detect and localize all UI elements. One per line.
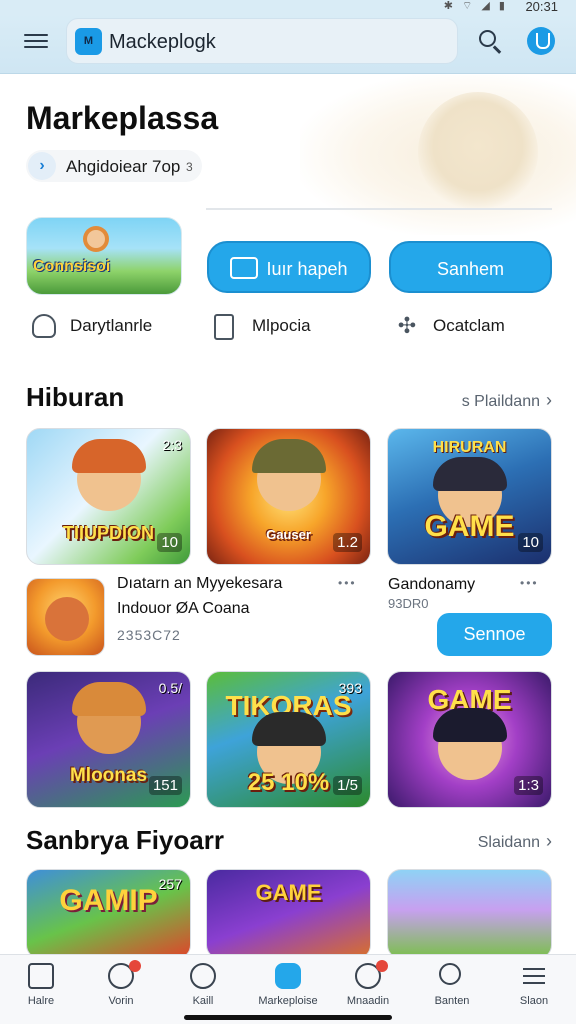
game-tile[interactable]: GAMIP 257 [26,869,191,959]
marketplace-screen: ✱ ⌔ ◢ ▮ 20:31 M Mackeplogk Markeplassa ›… [0,0,576,1024]
search-icon [439,963,461,985]
see-all-label: Slaidann [477,834,540,851]
nav-item-emoji[interactable]: Vorin [80,955,162,1024]
see-all-link[interactable]: Slaidann › [440,831,552,852]
list-item-title[interactable]: Gandonamy [388,576,475,594]
tile-count: 1:3 [514,776,543,795]
app-logo-icon: M [75,28,102,55]
divider [206,208,552,210]
page-title: Markeplassa [26,100,219,136]
chevron-right-icon: › [28,152,56,180]
notification-badge [129,960,141,972]
primary-action-label: Iuır hapeh [266,259,348,279]
quick-link-label: Mlpocia [252,316,311,335]
status-icons: ✱ ⌔ ◢ ▮ [443,0,508,12]
gear-icon [190,963,216,989]
game-tile[interactable]: 0.5/ Mloonas 151 [26,671,191,808]
list-item-action-button[interactable]: Sennoe [437,613,552,656]
character-hair [432,457,507,491]
chip-label: Ahgidoiear 7op [66,157,181,176]
hamburger-menu-icon[interactable] [24,30,48,52]
primary-action-button[interactable]: Iuır hapeh [207,241,371,293]
home-icon [28,963,54,989]
game-tile[interactable]: GAME [206,869,371,959]
nav-item-profile[interactable]: Mnaadin [327,955,409,1024]
game-tile[interactable] [387,869,552,959]
profile-shield-icon[interactable] [527,27,555,55]
search-text: Mackeplogk [109,31,216,53]
nav-label: Banten [434,995,470,1007]
character-hair [251,712,326,746]
list-item-subtitle: Indouor ØA Coana [117,600,250,617]
list-item-meta: 2353C72 [117,627,181,643]
menu-icon [521,963,547,989]
nav-item-home[interactable]: Halre [0,955,82,1024]
puzzle-icon: ✣ [397,313,417,338]
nav-label: Vorin [108,995,134,1007]
top-app-bar: M Mackeplogk [0,14,576,74]
status-bar: ✱ ⌔ ◢ ▮ 20:31 [0,0,576,14]
nav-item-marketplace[interactable]: Markeploise [247,955,329,1024]
nav-label: Kaill [192,995,214,1007]
nav-item-search[interactable]: Banten [411,955,493,1024]
search-icon[interactable] [477,28,503,54]
list-item-meta: 93DR0 [388,596,429,611]
game-tile[interactable]: 2:3 TIIUPDION 10 [26,428,191,565]
chevron-right-icon: › [546,831,552,851]
nav-label: Halre [27,995,55,1007]
game-tile[interactable]: Gauser 1.2 [206,428,371,565]
banner-text: Connsisoi [33,258,111,275]
tile-top-text: HIRURAN [432,439,507,456]
nav-item-menu[interactable]: Slaon [493,955,575,1024]
hero-character-image [418,92,538,212]
promo-banner[interactable]: Connsisoi [26,217,182,295]
bear-character-art [45,597,89,641]
secondary-action-button[interactable]: Sanhem [389,241,552,293]
chip-count: 3 [186,160,193,174]
document-icon [214,314,234,340]
profile-icon [32,314,56,338]
game-tile[interactable]: GAME 1:3 [387,671,552,808]
list-item-title[interactable]: Dıatarn an Myyekesara [117,575,282,593]
nav-label: Markeploise [258,995,318,1007]
ticket-icon [230,257,259,280]
marketplace-icon [275,963,301,989]
tile-badge: 2:3 [162,437,182,453]
nav-item-settings[interactable]: Kaill [162,955,244,1024]
tile-badge: 393 [338,680,362,696]
tile-count: 1/5 [333,776,362,795]
character-hair [432,708,507,742]
category-chip[interactable]: › Ahgidoiear 7op 3 [26,150,202,182]
tile-top-text: GAME [255,880,322,905]
tile-count: 10 [518,533,543,552]
status-time: 20:31 [525,0,558,14]
game-tile[interactable]: HIRURAN GAME 10 [387,428,552,565]
see-all-link[interactable]: s Plaildann › [420,390,552,411]
chevron-right-icon: › [546,390,552,410]
list-item-thumbnail[interactable] [26,578,105,656]
bottom-navigation: Halre Vorin Kaill Markeploise Mnaadin Ba… [0,954,576,1024]
tile-count: 151 [148,776,182,795]
home-indicator[interactable] [184,1015,392,1020]
section-title: Sanbrya Fiyoarr [26,825,224,855]
game-tile[interactable]: TIKORAS 393 25 10% 1/5 [206,671,371,808]
tile-badge: 257 [158,876,182,892]
see-all-label: s Plaildann [461,393,540,410]
tile-badge: 0.5/ [158,680,182,696]
bear-ears [71,682,146,716]
banner-character [87,230,105,248]
quick-link-label: Darytlanrle [70,316,153,335]
quick-link-label: Ocatclam [433,316,505,335]
nav-label: Mnaadin [346,995,390,1007]
tile-count: 1.2 [333,533,362,552]
character-hat [251,439,326,473]
tile-count: 10 [157,533,182,552]
nav-label: Slaon [519,995,549,1007]
search-input[interactable]: M Mackeplogk [66,18,458,64]
more-options-icon[interactable]: ••• [338,576,357,590]
notification-badge [376,960,388,972]
more-options-icon[interactable]: ••• [520,576,539,590]
section-title: Hiburan [26,382,125,412]
character-hair [71,439,146,473]
